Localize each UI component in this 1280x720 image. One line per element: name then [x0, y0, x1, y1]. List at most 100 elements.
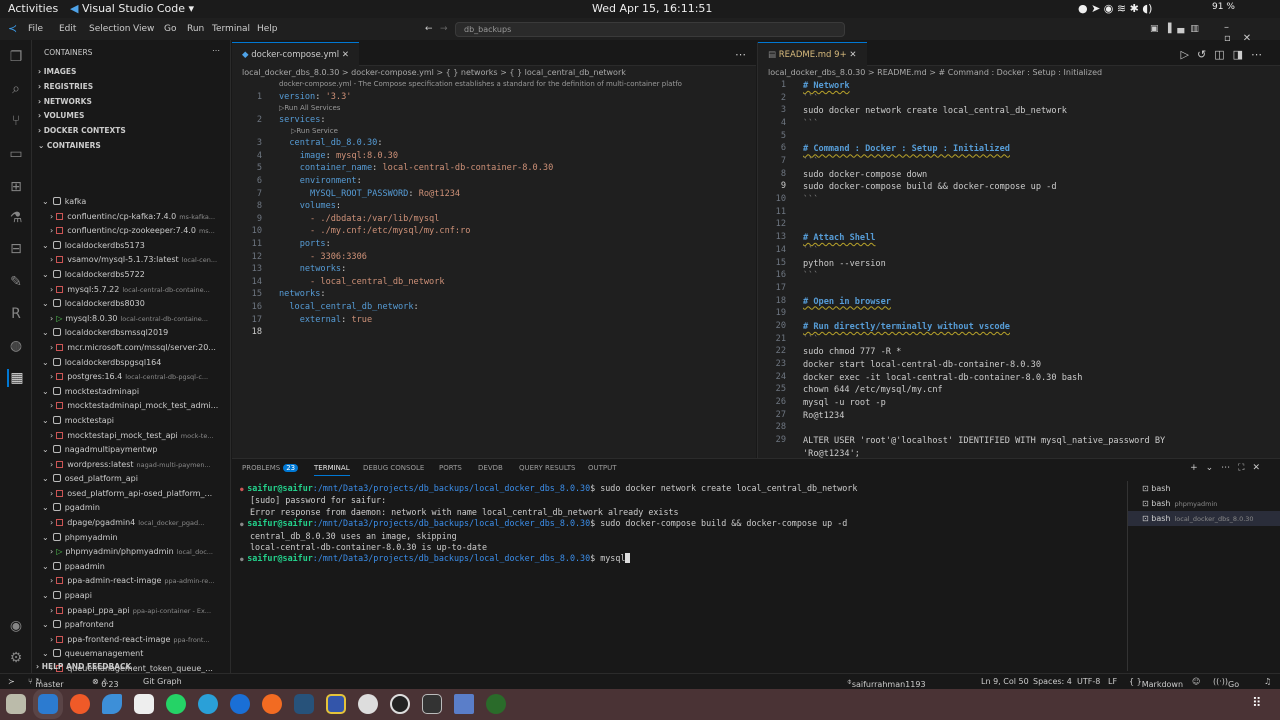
editor-actions[interactable]: ▷↺◫◨⋯: [1181, 48, 1270, 61]
breadcrumb[interactable]: local_docker_dbs_8.0.30 > README.md > # …: [768, 68, 1102, 77]
menu-terminal[interactable]: Terminal: [212, 24, 250, 34]
container-item[interactable]: › wordpress:latest nagad-multi-paymen...: [32, 458, 227, 473]
menu-selection[interactable]: Selection: [89, 24, 130, 34]
close-tab-icon[interactable]: ✕: [342, 50, 349, 60]
source-control-icon[interactable]: ⑂: [7, 112, 25, 130]
container-item[interactable]: › confluentinc/cp-kafka:7.4.0 ms-kafka...: [32, 210, 227, 225]
container-item[interactable]: › ▷ phpmyadmin/phpmyadmin local_doc...: [32, 545, 227, 560]
menu-view[interactable]: View: [133, 24, 154, 34]
container-item[interactable]: › mocktestapi_mock_test_api mock-te...: [32, 429, 227, 444]
container-group[interactable]: ⌄ ppaadmin: [32, 560, 227, 575]
show-apps-icon[interactable]: ⠿: [1252, 696, 1262, 711]
menu-help[interactable]: Help: [257, 24, 278, 34]
container-group[interactable]: ⌄ osed_platform_api: [32, 472, 227, 487]
tab-docker-compose[interactable]: ◆ docker-compose.yml ✕: [232, 42, 359, 66]
container-item[interactable]: › mocktestadminapi_mock_test_admi...: [32, 399, 227, 414]
app-icon[interactable]: [454, 694, 474, 714]
section-volumes[interactable]: › VOLUMES: [38, 111, 84, 120]
search-icon[interactable]: ⌕: [7, 80, 25, 98]
container-item[interactable]: › vsamov/mysql-5.1.73:latest local-cen...: [32, 253, 227, 268]
menu-edit[interactable]: Edit: [59, 24, 76, 34]
battery-label[interactable]: 91 %: [1212, 2, 1235, 12]
section-registries[interactable]: › REGISTRIES: [38, 82, 93, 91]
window-controls[interactable]: –▫✕: [1224, 22, 1280, 44]
terminal-instance[interactable]: ⊡ bash: [1128, 481, 1280, 496]
container-group[interactable]: ⌄ localdockerdbs8030: [32, 297, 227, 312]
container-item[interactable]: › postgres:16.4 local-central-db-pgsql-c..…: [32, 370, 227, 385]
forward-arrow-icon[interactable]: →: [440, 24, 448, 34]
testing-icon[interactable]: ⚗: [7, 209, 25, 227]
breadcrumb[interactable]: local_docker_dbs_8.0.30 > docker-compose…: [242, 68, 626, 77]
clock[interactable]: Wed Apr 15, 16:11:51: [592, 2, 712, 15]
more-actions-icon[interactable]: ⋯: [735, 48, 746, 61]
app-icon[interactable]: [486, 694, 506, 714]
container-item[interactable]: › ▷ mysql:8.0.30 local-central-db-containe.…: [32, 312, 227, 327]
container-item[interactable]: › osed_platform_api-osed_platform_...: [32, 487, 227, 502]
help-feedback-section[interactable]: › HELP AND FEEDBACK: [36, 662, 131, 671]
menu-run[interactable]: Run: [187, 24, 204, 34]
settings-gear-icon[interactable]: ⚙: [7, 649, 25, 667]
mysql-workbench-app-icon[interactable]: [102, 694, 122, 714]
palette-icon[interactable]: ✎: [7, 273, 25, 291]
container-group[interactable]: ⌄ ppafrontend: [32, 618, 227, 633]
branch-button[interactable]: ⑂ master ↻: [28, 677, 64, 689]
copilot-icon[interactable]: ☺: [1192, 677, 1200, 686]
menu-file[interactable]: File: [28, 24, 43, 34]
go-live-button[interactable]: ((·)) Go Live: [1213, 677, 1244, 698]
git-blame[interactable]: ⌽ saifurrahman1193 (2 years ago): [847, 677, 926, 698]
close-tab-icon[interactable]: ✕: [849, 50, 856, 60]
tab-debug-console[interactable]: DEBUG CONSOLE: [363, 464, 424, 472]
container-item[interactable]: › ppa-admin-react-image ppa-admin-re...: [32, 574, 227, 589]
compose-editor[interactable]: ◆ docker-compose.yml ✕ ⋯ local_docker_db…: [232, 42, 756, 458]
notifications-bell-icon[interactable]: ♫: [1264, 677, 1271, 686]
section-networks[interactable]: › NETWORKS: [38, 97, 92, 106]
explorer-icon[interactable]: ❐: [7, 48, 25, 66]
cursor-position[interactable]: Ln 9, Col 50: [981, 677, 1029, 686]
container-group[interactable]: ⌄ kafka: [32, 195, 227, 210]
container-group[interactable]: ⌄ ppaapi: [32, 589, 227, 604]
dbeaver-app-icon[interactable]: [294, 694, 314, 714]
thunderbird-app-icon[interactable]: [230, 694, 250, 714]
section-docker-contexts[interactable]: › DOCKER CONTEXTS: [38, 126, 126, 135]
r-icon[interactable]: R: [7, 305, 25, 323]
layout-icons[interactable]: ▣▐▄▥: [1150, 24, 1205, 34]
command-center-search[interactable]: db_backups: [455, 22, 845, 37]
vscode-app-icon[interactable]: [38, 694, 58, 714]
section-images[interactable]: › IMAGES: [38, 67, 76, 76]
settings-app-icon[interactable]: [358, 694, 378, 714]
readme-editor[interactable]: ▤ README.md 9+ ✕ ▷↺◫◨⋯ local_docker_dbs_…: [757, 42, 1280, 459]
git-graph-button[interactable]: Git Graph: [143, 677, 182, 686]
remote-icon[interactable]: ≻: [8, 677, 15, 686]
container-group[interactable]: ⌄ phpmyadmin: [32, 531, 227, 546]
tab-problems[interactable]: PROBLEMS 23: [242, 464, 299, 472]
container-item[interactable]: › ppaapi_ppa_api ppa-api-container - Ex...: [32, 604, 227, 619]
container-group[interactable]: ⌄ localdockerdbsmssql2019: [32, 326, 227, 341]
remote-explorer-icon[interactable]: ▭: [7, 145, 25, 163]
container-group[interactable]: ⌄ queuemanagement: [32, 647, 227, 662]
extensions-icon[interactable]: ⊞: [7, 178, 25, 196]
database-icon[interactable]: ⊟: [7, 240, 25, 258]
panel-actions[interactable]: +⌄⋯⛶✕: [1190, 463, 1268, 473]
container-group[interactable]: ⌄ localdockerdbs5173: [32, 239, 227, 254]
terminal-instance[interactable]: ⊡ bash local_docker_dbs_8.0.30: [1128, 511, 1280, 526]
github-icon[interactable]: ◍: [7, 337, 25, 355]
container-group[interactable]: ⌄ pgadmin: [32, 501, 227, 516]
app-menu[interactable]: Visual Studio Code ▾: [82, 2, 194, 15]
container-item[interactable]: › dpage/pgadmin4 local_docker_pgad...: [32, 516, 227, 531]
language-mode[interactable]: { } Markdown: [1129, 677, 1183, 689]
terminal-output[interactable]: ● saifur@saifur:/mnt/Data3/projects/db_b…: [240, 483, 857, 566]
more-actions-icon[interactable]: ⋯: [212, 46, 220, 55]
screenshot-app-icon[interactable]: [326, 694, 346, 714]
container-item[interactable]: › mysql:5.7.22 local-central-db-containe..…: [32, 283, 227, 298]
tray-icons[interactable]: ● ➤ ◉ ≋ ✱ ◖): [1078, 2, 1152, 15]
container-item[interactable]: › ppa-frontend-react-image ppa-front...: [32, 633, 227, 648]
container-item[interactable]: › mcr.microsoft.com/mssql/server:20...: [32, 341, 227, 356]
eol[interactable]: LF: [1108, 677, 1117, 686]
telegram-app-icon[interactable]: [198, 694, 218, 714]
encoding[interactable]: UTF-8: [1077, 677, 1100, 686]
menu-go[interactable]: Go: [164, 24, 176, 34]
indentation[interactable]: Spaces: 4: [1033, 677, 1072, 686]
container-group[interactable]: ⌄ nagadmultipaymentwp: [32, 443, 227, 458]
firefox-app-icon[interactable]: [262, 694, 282, 714]
docker-icon[interactable]: ▦: [7, 369, 25, 387]
